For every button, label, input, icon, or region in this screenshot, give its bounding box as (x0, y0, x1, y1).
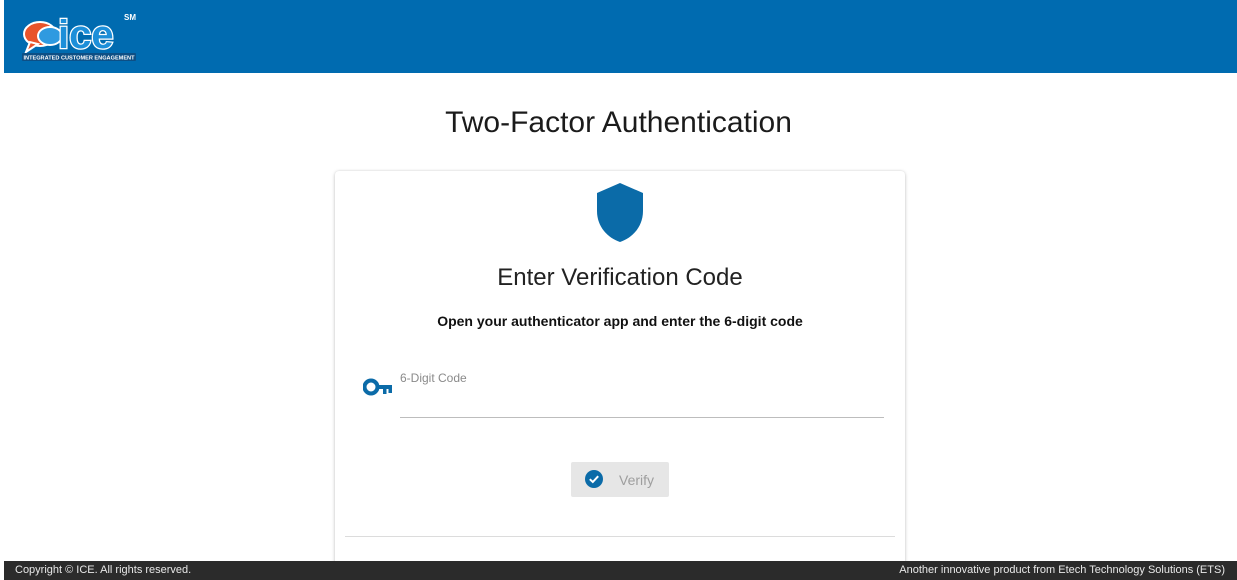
copyright-text: Copyright © ICE. All rights reserved. (15, 564, 192, 576)
verify-button-label: Verify (619, 472, 655, 488)
logo-wordmark: ice (58, 13, 114, 57)
verification-code-input[interactable] (400, 389, 884, 418)
logo-tagline: INTEGRATED CUSTOMER ENGAGEMENT (23, 56, 135, 62)
app-header: ice SM INTEGRATED CUSTOMER ENGAGEMENT (4, 0, 1237, 73)
page-title: Two-Factor Authentication (445, 106, 792, 139)
product-credit-text: Another innovative product from Etech Te… (899, 564, 1225, 576)
page-footer: Copyright © ICE. All rights reserved. An… (4, 561, 1237, 580)
code-field-label: 6-Digit Code (400, 371, 467, 385)
card-divider (345, 536, 895, 537)
shield-icon (597, 183, 643, 242)
card-subtitle: Open your authenticator app and enter th… (437, 313, 803, 329)
key-icon (363, 378, 392, 396)
verify-button[interactable]: Verify (571, 462, 669, 497)
card-title: Enter Verification Code (497, 264, 743, 291)
ice-logo[interactable]: ice SM INTEGRATED CUSTOMER ENGAGEMENT (20, 8, 142, 64)
verification-card: Enter Verification Code Open your authen… (335, 171, 905, 571)
check-circle-icon (585, 470, 603, 488)
logo-service-mark: SM (124, 13, 136, 22)
